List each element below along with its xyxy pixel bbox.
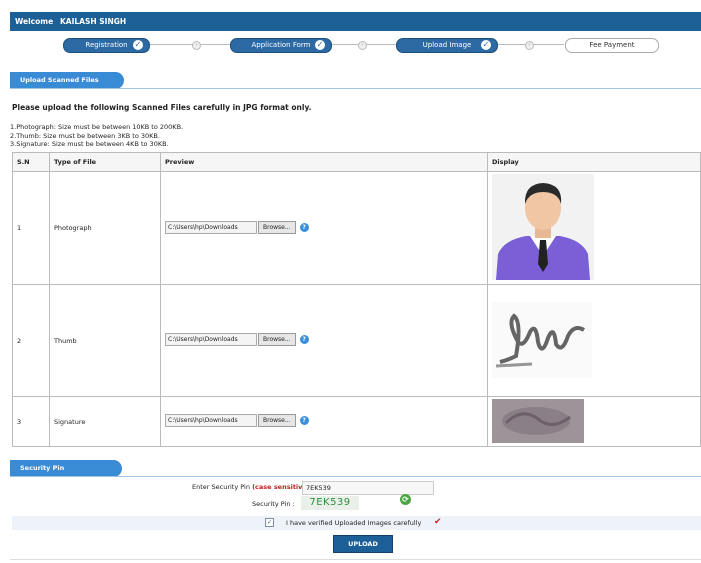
step-upload-image[interactable]: Upload Image ✓ [396,38,498,53]
table-row: 1 Photograph C:\Users\hp\Downloads Brows… [12,171,701,285]
file-path: C:\Users\hp\Downloads [165,414,257,427]
row-type: Thumb [49,284,161,397]
row-type: Signature [49,396,161,447]
footer-divider [10,559,701,560]
preview-cell: C:\Users\hp\Downloads Browse... ? [160,284,488,397]
enter-pin-label: Enter Security Pin (case sensitive) : [192,483,314,491]
file-path: C:\Users\hp\Downloads [165,220,257,234]
col-type: Type of File [49,152,161,172]
check-icon: ✓ [481,40,491,50]
preview-cell: C:\Users\hp\Downloads Browse... ? [160,396,488,447]
progress-steps: Registration ✓ › Application Form ✓ › Up… [10,31,701,59]
file-input-thumb[interactable]: C:\Users\hp\Downloads Browse... ? [165,333,309,346]
col-preview: Preview [160,152,488,172]
help-icon[interactable]: ? [299,335,309,344]
arrow-icon: › [358,41,367,50]
step-registration[interactable]: Registration ✓ [63,38,150,53]
note-signature: 3.Signature: Size must be between 4KB to… [10,140,169,148]
file-input-signature[interactable]: C:\Users\hp\Downloads Browse... ? [165,414,309,427]
row-sn: 1 [12,171,50,285]
section-divider [10,476,701,477]
upload-instruction: Please upload the following Scanned File… [12,103,312,112]
row-sn: 3 [12,396,50,447]
arrow-icon: › [525,41,534,50]
table-row: 3 Signature C:\Users\hp\Downloads Browse… [12,396,701,447]
step-connector [150,44,230,45]
step-label: Fee Payment [589,41,635,49]
check-icon: ✓ [315,40,325,50]
table-row: 2 Thumb C:\Users\hp\Downloads Browse... … [12,284,701,397]
verify-label: I have verified Uploaded Images carefull… [286,519,422,527]
thumb-image [492,301,592,378]
captcha-image: 7EK539 [301,496,359,510]
file-input-photograph[interactable]: C:\Users\hp\Downloads Browse... ? [165,220,309,234]
arrow-icon: › [192,41,201,50]
step-fee-payment[interactable]: Fee Payment [565,38,659,53]
verify-checkbox[interactable]: ✓ [265,518,274,527]
tick-icon: ✔ [434,517,442,527]
signature-image [492,398,584,443]
col-display: Display [487,152,701,172]
step-label: Registration [85,41,128,49]
section-divider [10,88,701,89]
browse-button[interactable]: Browse... [258,333,296,346]
upload-table: S.N Type of File Preview Display 1 Photo… [12,152,701,447]
help-icon[interactable]: ? [299,416,309,425]
browse-button[interactable]: Browse... [258,414,296,427]
upload-section-tab: Upload Scanned Files [10,72,124,89]
welcome-label: Welcome [15,17,54,26]
security-pin-input[interactable]: 7EK539 [302,481,434,495]
note-photograph: 1.Photograph: Size must be between 10KB … [10,123,184,131]
file-path: C:\Users\hp\Downloads [165,333,257,346]
photograph-image [492,174,594,280]
refresh-icon[interactable]: ⟳ [400,494,411,505]
user-name: KAILASH SINGH [60,17,127,26]
row-sn: 2 [12,284,50,397]
display-cell [487,171,701,285]
preview-cell: C:\Users\hp\Downloads Browse... ? [160,171,488,285]
upload-button[interactable]: UPLOAD [333,535,393,553]
help-icon[interactable]: ? [299,222,309,232]
check-icon: ✓ [133,40,143,50]
note-thumb: 2.Thumb: Size must be between 3KB to 30K… [10,131,160,140]
col-sn: S.N [12,152,50,172]
display-cell [487,284,701,397]
size-notes: 1.Photograph: Size must be between 10KB … [10,123,183,149]
security-pin-label: Security Pin : [252,500,295,508]
security-section-tab: Security Pin [10,460,122,477]
step-application-form[interactable]: Application Form ✓ [230,38,332,53]
browse-button[interactable]: Browse... [258,220,296,234]
step-label: Application Form [251,41,311,49]
welcome-bar: Welcome KAILASH SINGH [10,12,701,31]
row-type: Photograph [49,171,161,285]
step-label: Upload Image [422,41,472,49]
display-cell [487,396,701,447]
enter-pin-text: Enter Security Pin [192,483,250,491]
